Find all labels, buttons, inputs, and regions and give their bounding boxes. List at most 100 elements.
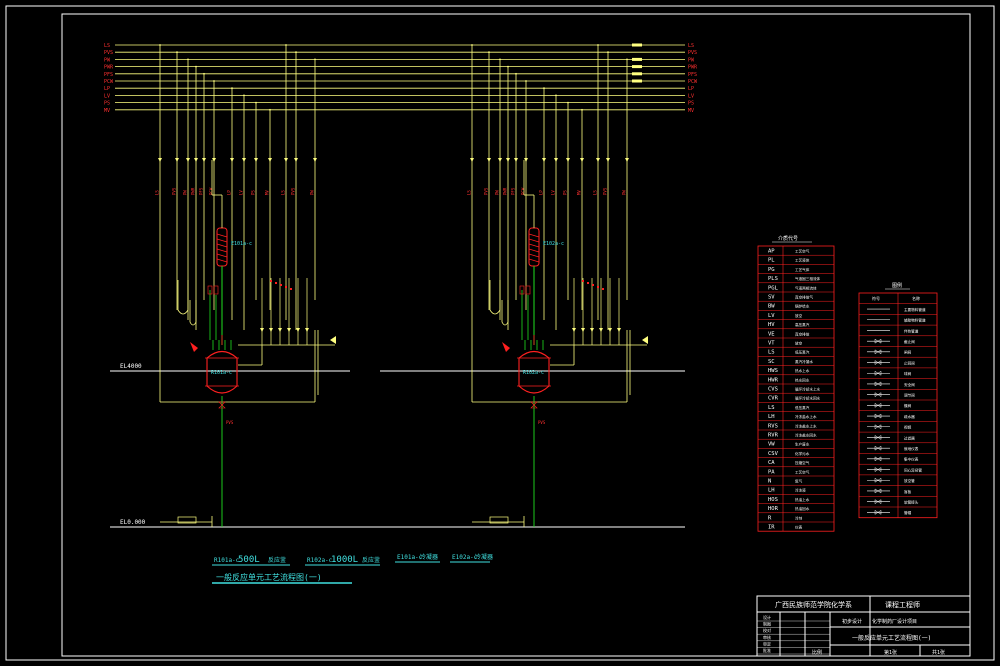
junction-dot <box>515 72 517 75</box>
valve-arrow <box>590 328 594 332</box>
bus-label-left: LP <box>104 86 110 92</box>
valve-arrow <box>524 158 528 162</box>
code-table-code: N <box>768 479 771 485</box>
drawing-title: 一般反应单元工艺流程图(一) <box>216 572 322 582</box>
symbol-table-name: 辅助物料管道 <box>904 318 926 323</box>
valve-arrow <box>186 158 190 162</box>
bus-label-left: PVS <box>104 50 113 56</box>
code-table-code: LH <box>768 414 775 420</box>
code-table-code: CVS <box>768 387 778 393</box>
process-flow-diagram: LSPVSPWPWRPFSPCWLPLVPSMV LSPVSPWPWRPFSPC… <box>5 5 995 661</box>
code-table-desc: 热油回水 <box>795 506 810 511</box>
code-table-desc: 仪表 <box>795 525 803 530</box>
bus-labels-left: LSPVSPW PWRPFSPCWLPLV PSMV <box>104 43 114 114</box>
junction-dot <box>499 58 501 61</box>
condenser-coil <box>216 233 228 238</box>
code-table-desc: 循环冷却水回水 <box>795 396 821 401</box>
valve-arrow <box>487 158 491 162</box>
junction-dot <box>243 94 245 97</box>
code-table-code: VE <box>768 331 775 337</box>
reactor-unit-1: LS PVS PW PWR PFS PCW LP LV PS MV LS PVS PWE101a-cR1… <box>155 44 336 527</box>
symbol-table-name: 调节阀 <box>904 392 915 397</box>
reactor-tag: R102a-c <box>523 370 544 376</box>
junction-dot <box>555 94 557 97</box>
tb-drawing-name: 一般反应单元工艺流程图(一) <box>852 634 931 642</box>
code-table-code: CA <box>768 460 775 466</box>
tb-total-label: 共1张 <box>932 649 945 656</box>
condenser-coil <box>528 258 540 263</box>
valve-arrow <box>514 158 518 162</box>
u-loop <box>489 280 501 315</box>
junction-dot <box>213 80 215 82</box>
symbol-table-name: 闸阀 <box>904 350 912 355</box>
junction-dot <box>488 51 490 54</box>
condenser-coil <box>528 238 540 243</box>
instrument-dot <box>285 286 287 288</box>
junction-dot <box>314 58 316 61</box>
valve-arrow <box>278 328 282 332</box>
utility-bus-lines <box>115 43 685 111</box>
valve-arrow <box>608 328 612 332</box>
legend-tag-4: E102a-c <box>452 554 478 561</box>
code-table-code: PL <box>768 258 775 264</box>
junction-dot <box>597 44 599 46</box>
code-table-desc: 气液两相流体 <box>795 285 817 290</box>
valve-arrow <box>498 158 502 162</box>
legend-tag-3: E101a-c <box>397 554 423 561</box>
symbol-table-name: 盲板 <box>904 489 912 494</box>
code-table-code: PLS <box>768 276 778 282</box>
bus-label-right: PWR <box>688 65 698 71</box>
legend-tag-2: R102a-c <box>307 557 333 564</box>
instrument-dot <box>602 288 604 290</box>
code-table-desc: 真空排放气 <box>795 295 813 300</box>
symbol-table-name: 放空管 <box>904 478 915 483</box>
code-table-desc: 循环冷却水上水 <box>795 387 821 392</box>
line-tag: PVS <box>172 187 177 195</box>
condenser-coil <box>216 258 228 263</box>
line-tag: PVS <box>291 187 296 195</box>
condenser-coil <box>216 253 228 258</box>
code-table-desc: 工艺空气 <box>795 249 810 254</box>
legend-suffix-3: 冷凝器 <box>420 553 438 561</box>
code-table-code: CSV <box>768 451 779 457</box>
valve-arrow <box>242 158 246 162</box>
legend-tag-1: R101a-c <box>214 557 240 564</box>
line-tag: LP <box>227 190 232 195</box>
code-table-code: SV <box>768 295 775 301</box>
symbol-table-name: 止回阀 <box>904 360 915 365</box>
code-table-code: LS <box>768 350 775 356</box>
instrument-dot <box>597 286 599 288</box>
valve-arrow <box>287 328 291 332</box>
instrument-dot <box>270 280 272 282</box>
code-table-desc: 放空 <box>795 313 803 318</box>
junction-dot <box>187 58 189 61</box>
junction-dot <box>285 44 287 46</box>
junction-dot <box>203 72 205 75</box>
instrument-dot <box>582 280 584 282</box>
line-tag: LV <box>551 190 556 195</box>
symbol-table-name: 管帽 <box>904 510 912 515</box>
line-tag: MV <box>265 190 270 195</box>
valve-arrow <box>268 158 272 162</box>
code-table-code: VW <box>768 442 775 448</box>
code-table-code: HOR <box>768 506 779 512</box>
bus-label-left: PCW <box>104 79 114 85</box>
code-table-code: HV <box>768 322 775 328</box>
valve-arrow <box>269 328 273 332</box>
instrument-dot <box>587 282 589 284</box>
tb-department: 课程工程师 <box>885 600 920 609</box>
code-table-desc: 气液固三相流体 <box>795 276 821 281</box>
symbol-table-name: 截止阀 <box>904 339 915 344</box>
line-tag: LV <box>239 190 244 195</box>
code-table-code: PA <box>768 469 775 475</box>
tb-role-label: 校对 <box>763 627 771 633</box>
junction-dot <box>176 51 178 54</box>
line-tag: LS <box>281 190 286 195</box>
instrument-dot <box>275 282 277 284</box>
line-tag: MV <box>577 190 582 195</box>
code-table-desc: 氮气 <box>795 479 803 484</box>
valve-arrow <box>617 328 621 332</box>
code-table-code: VT <box>768 341 775 347</box>
tb-role-label: 设计 <box>763 614 771 620</box>
code-table-code: PG <box>768 267 775 273</box>
